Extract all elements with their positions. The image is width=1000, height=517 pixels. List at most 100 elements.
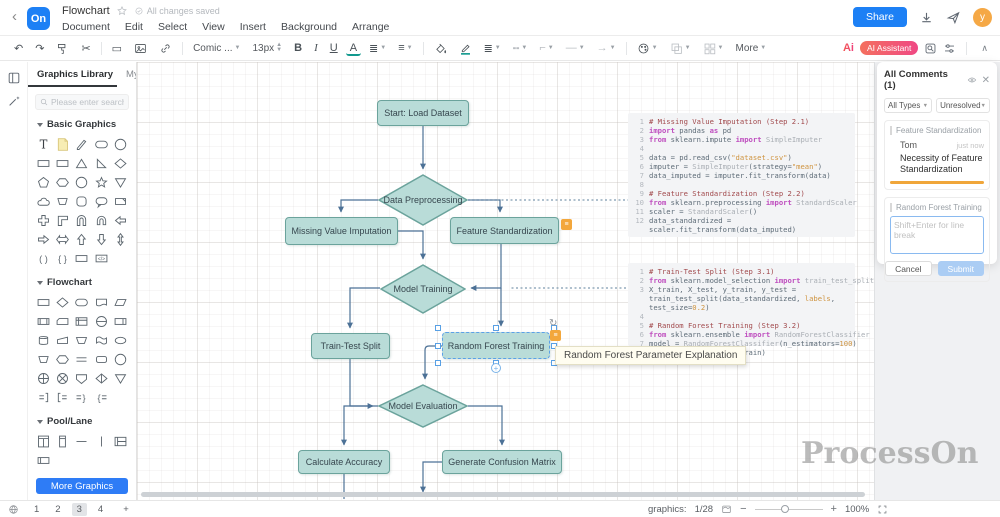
zoom-slider-knob[interactable]: [781, 505, 789, 513]
minimap-icon[interactable]: [721, 504, 732, 515]
section-header-flowchart[interactable]: Flowchart: [28, 268, 136, 291]
user-avatar[interactable]: y: [973, 8, 992, 27]
shape-parallel-mode[interactable]: [72, 350, 91, 369]
shape-right-triangle[interactable]: [92, 154, 111, 173]
page-tab-1[interactable]: 1: [29, 503, 44, 516]
group-icon[interactable]: ▼: [666, 40, 695, 57]
search-input[interactable]: [51, 97, 124, 107]
zoom-in-button[interactable]: +: [831, 503, 837, 515]
line-endpoint-icon[interactable]: —▼: [562, 40, 589, 56]
font-family[interactable]: Comic ...▼: [189, 41, 244, 56]
download-icon[interactable]: [919, 10, 934, 25]
shape-arrow-right[interactable]: [34, 230, 53, 249]
shape-code-block[interactable]: </>: [92, 249, 111, 268]
shape-extract[interactable]: [111, 369, 130, 388]
ai-assistant-button[interactable]: AI Assistant: [860, 41, 918, 55]
shape-triangle[interactable]: [72, 154, 91, 173]
favorite-star-icon[interactable]: [116, 5, 128, 17]
shape-database[interactable]: [34, 331, 53, 350]
filter-type-select[interactable]: All Types▼: [884, 98, 932, 113]
shape-lane-horizontal[interactable]: [34, 451, 53, 470]
shape-pool-horizontal[interactable]: [111, 432, 130, 451]
fullscreen-icon[interactable]: [877, 504, 888, 515]
shape-preparation[interactable]: [53, 350, 72, 369]
insert-image-icon[interactable]: [130, 40, 151, 57]
shape-internal-storage[interactable]: [72, 312, 91, 331]
magic-wand-icon[interactable]: [7, 94, 21, 108]
section-header-pool-lane[interactable]: Pool/Lane: [28, 407, 136, 430]
language-globe-icon[interactable]: [8, 504, 19, 515]
node-model-evaluation[interactable]: Model Evaluation: [378, 384, 468, 428]
connector[interactable]: [471, 244, 501, 288]
cancel-button[interactable]: Cancel: [885, 261, 931, 276]
connector[interactable]: [468, 406, 502, 445]
collapse-toolbar-icon[interactable]: ∧: [977, 43, 992, 54]
shape-braces[interactable]: { }: [53, 249, 72, 268]
shape-delay[interactable]: [111, 312, 130, 331]
menu-edit[interactable]: Edit: [125, 21, 143, 33]
shape-or-junction[interactable]: [92, 312, 111, 331]
shape-trapezoid[interactable]: [53, 192, 72, 211]
node-train-test-split[interactable]: Train-Test Split: [311, 333, 390, 359]
shape-arrow-up[interactable]: [72, 230, 91, 249]
connector-style-icon[interactable]: ⌐▼: [535, 40, 557, 56]
node-random-forest-training[interactable]: Random Forest Training: [442, 332, 550, 359]
shape-cloud[interactable]: [34, 192, 53, 211]
bold-icon[interactable]: B: [290, 40, 306, 56]
flow-settings-icon[interactable]: [943, 42, 956, 55]
code-block-training[interactable]: 1# Train-Test Split (Step 3.1)2from skle…: [628, 263, 855, 346]
shape-or-circle[interactable]: [53, 369, 72, 388]
zoom-out-button[interactable]: −: [740, 503, 746, 515]
shape-horseshoe[interactable]: [92, 211, 111, 230]
horizontal-scrollbar[interactable]: [141, 492, 865, 497]
selection-handle[interactable]: [435, 325, 441, 331]
submit-button[interactable]: Submit: [938, 261, 984, 276]
connector[interactable]: [468, 200, 500, 212]
font-size[interactable]: 13px▲▼: [248, 41, 286, 56]
shape-divider-horizontal[interactable]: [72, 432, 91, 451]
code-block-preprocessing[interactable]: 1# Missing Value Imputation (Step 2.1)2i…: [628, 113, 855, 237]
shape-display[interactable]: [72, 369, 91, 388]
connector[interactable]: [344, 406, 378, 445]
line-spacing-icon[interactable]: ≣▼: [365, 40, 390, 57]
node-feature-standardization[interactable]: Feature Standardization: [450, 217, 559, 244]
shape-triangle-down[interactable]: [111, 173, 130, 192]
comment-input[interactable]: [890, 216, 984, 254]
shape-connector-circle[interactable]: [111, 350, 130, 369]
shape-decision[interactable]: [53, 293, 72, 312]
selection-handle[interactable]: [435, 360, 441, 366]
menu-select[interactable]: Select: [158, 21, 187, 33]
eye-icon[interactable]: [967, 75, 977, 85]
selection-handle[interactable]: [493, 325, 499, 331]
shape-arrow-updown[interactable]: [111, 230, 130, 249]
comment-marker-icon[interactable]: ≡: [561, 219, 572, 230]
shape-search[interactable]: [35, 94, 129, 110]
ai-logo-icon[interactable]: Ai: [843, 42, 854, 54]
shape-decision-2[interactable]: [92, 369, 111, 388]
page-tab-4[interactable]: 4: [93, 503, 108, 516]
more-graphics-button[interactable]: More Graphics: [36, 478, 128, 494]
shape-arch[interactable]: [72, 211, 91, 230]
shape-squircle[interactable]: [72, 192, 91, 211]
shape-parallelogram[interactable]: [111, 293, 130, 312]
quick-connect-icon[interactable]: +: [491, 363, 501, 373]
fill-color-icon[interactable]: [430, 40, 451, 57]
zoom-slider[interactable]: [755, 509, 823, 510]
close-icon[interactable]: ✕: [982, 75, 990, 86]
menu-document[interactable]: Document: [62, 21, 110, 33]
shape-divider-vertical[interactable]: [92, 432, 111, 451]
shape-annotation-right[interactable]: [34, 388, 53, 407]
shape-rounded-rect[interactable]: [92, 135, 111, 154]
shape-stored-data[interactable]: [111, 331, 130, 350]
comment-thread[interactable]: Feature Standardization Tom just now Nec…: [884, 120, 990, 190]
eraser-icon[interactable]: ✂: [77, 40, 94, 57]
node-calculate-accuracy[interactable]: Calculate Accuracy: [298, 450, 390, 474]
shape-card[interactable]: [53, 312, 72, 331]
auto-layout-icon[interactable]: ▼: [699, 40, 728, 57]
shape-annotation-left[interactable]: [53, 388, 72, 407]
shape-merge[interactable]: [34, 350, 53, 369]
filter-status-select[interactable]: Unresolved▼: [936, 98, 990, 113]
comment-marker-icon[interactable]: ≡: [550, 330, 561, 341]
connector[interactable]: [341, 200, 378, 212]
shape-manual-operation[interactable]: [72, 331, 91, 350]
